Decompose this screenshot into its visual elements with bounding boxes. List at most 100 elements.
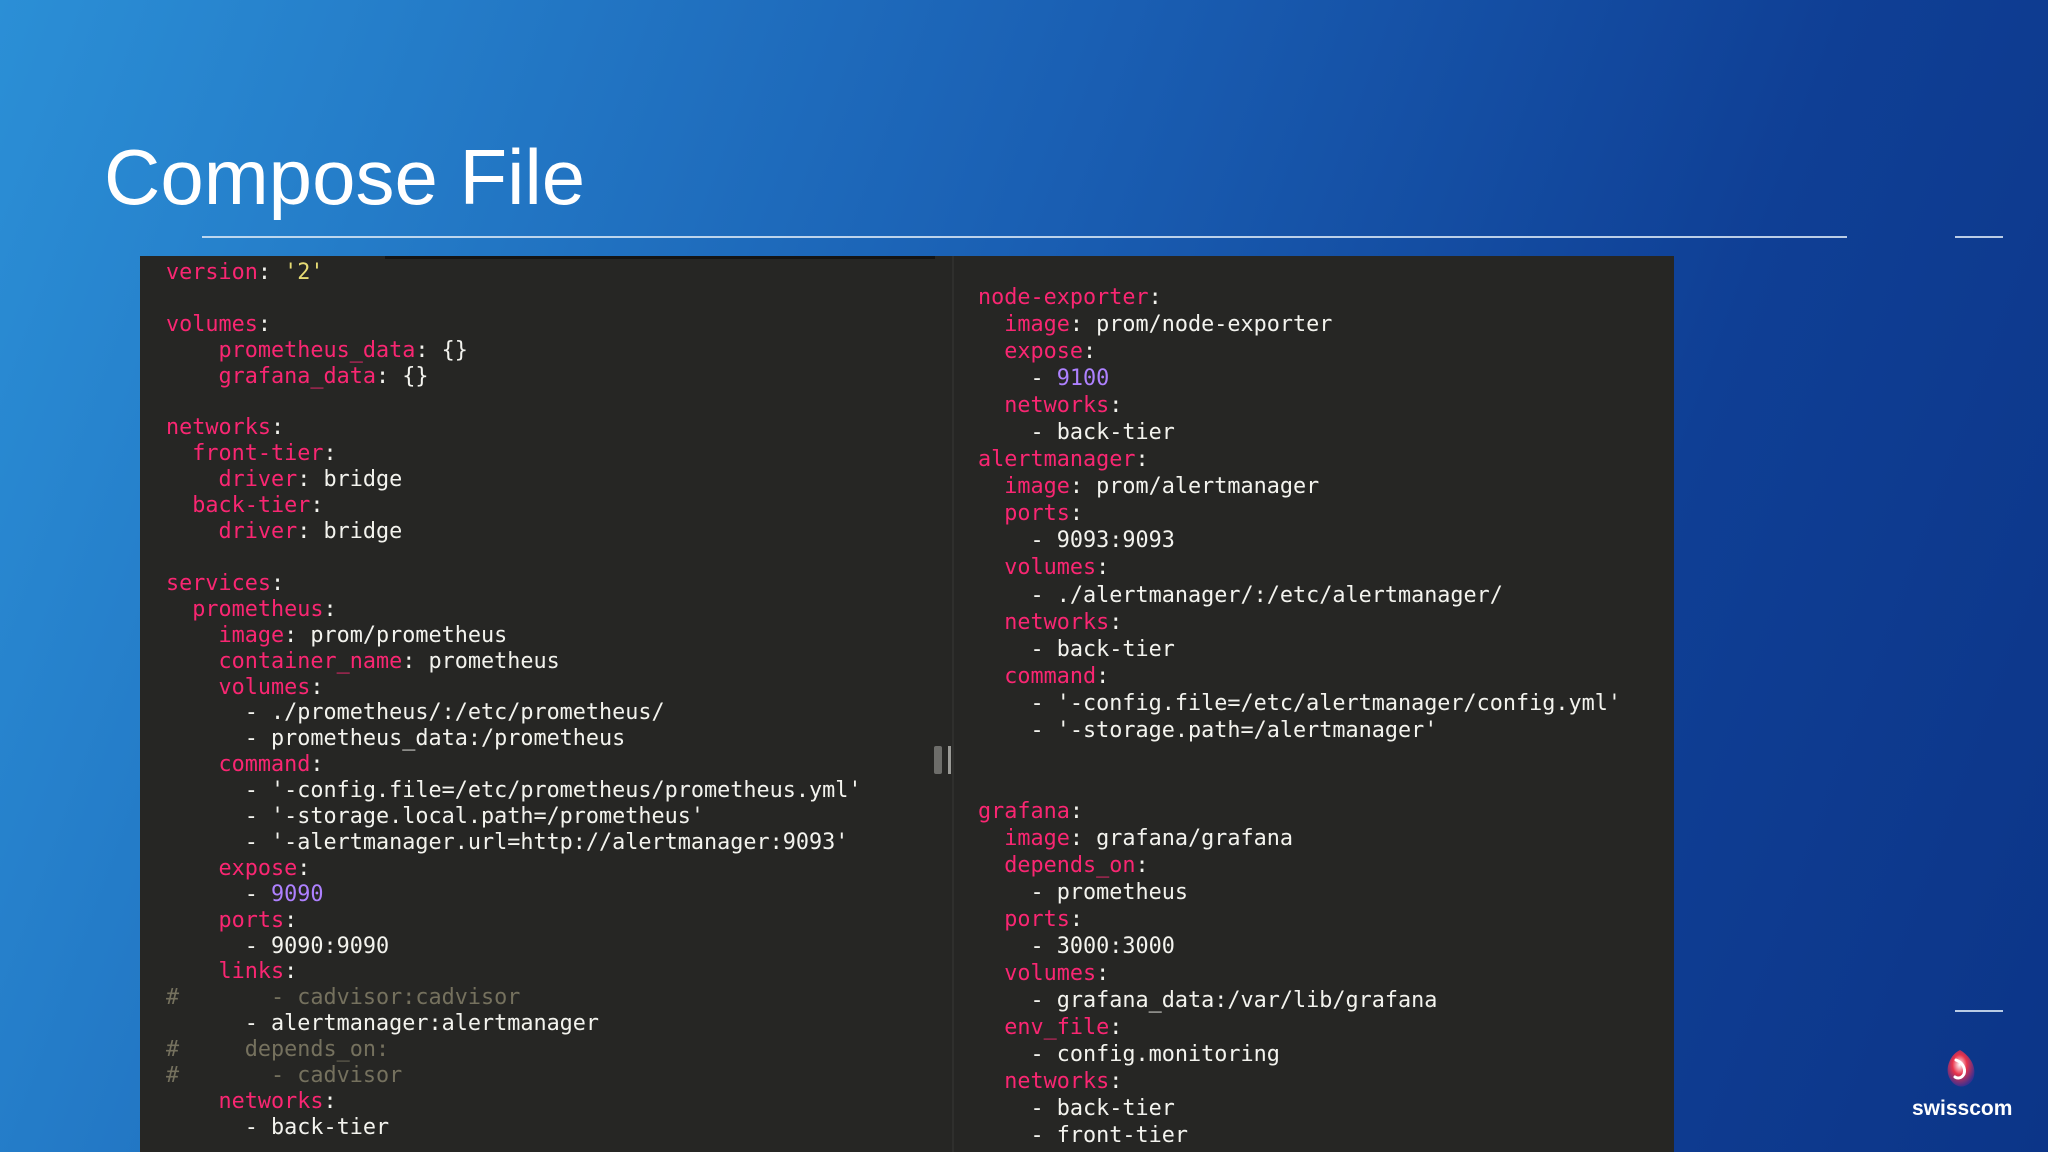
code-token: : — [1096, 961, 1110, 987]
code-token: # - cadvisor:cadvisor — [166, 985, 521, 1011]
scrollbar-thumb[interactable] — [934, 746, 942, 774]
code-token: prom/node-exporter — [1096, 312, 1333, 338]
code-token: driver — [218, 519, 298, 545]
code-line: - 9100 — [978, 365, 1621, 392]
code-token: : — [1109, 609, 1123, 635]
code-token: front-tier — [192, 441, 324, 467]
code-line: prometheus_data: {} — [166, 338, 862, 364]
code-token: image — [1004, 825, 1070, 851]
code-line: ports: — [978, 906, 1621, 933]
code-line: - back-tier — [166, 1115, 862, 1141]
code-token: : — [323, 441, 337, 467]
code-token: container_name — [218, 648, 403, 674]
code-line: - 9093:9093 — [978, 527, 1621, 554]
code-token: grafana — [978, 798, 1070, 824]
code-token: : — [1096, 555, 1110, 581]
code-token: links — [218, 959, 285, 985]
code-token: - — [978, 528, 1057, 554]
code-token: front-tier — [1056, 1123, 1188, 1149]
code-line: image: prom/alertmanager — [978, 473, 1621, 500]
brand-wordmark: swisscom — [1912, 1097, 2013, 1120]
code-line: networks: — [978, 609, 1621, 636]
code-token: : — [323, 1089, 337, 1114]
code-token: : — [257, 260, 285, 285]
code-token: ports — [218, 907, 285, 933]
code-line: prometheus: — [166, 597, 862, 623]
code-token: ./prometheus/:/etc/prometheus/ — [270, 700, 665, 726]
code-token: - — [978, 880, 1057, 906]
editor-tab-bar — [385, 256, 935, 259]
code-token: '-alertmanager.url=http://alertmanager:9… — [270, 829, 849, 855]
code-token: : — [270, 570, 285, 596]
code-token: back-tier — [1056, 420, 1175, 446]
code-token: - — [978, 636, 1057, 662]
code-token: : — [297, 855, 311, 881]
code-line: - back-tier — [978, 419, 1621, 446]
code-token: : — [284, 907, 298, 933]
code-token: networks — [1004, 393, 1110, 419]
slide-title: Compose File — [104, 133, 586, 221]
code-line: links: — [166, 959, 862, 985]
code-token: version — [166, 260, 258, 285]
code-token: - — [978, 1123, 1057, 1149]
code-token: '2' — [284, 260, 324, 285]
code-line: ports: — [978, 500, 1621, 527]
code-token: : — [257, 311, 271, 337]
code-token: - — [978, 420, 1057, 446]
code-line: - grafana_data:/var/lib/grafana — [978, 987, 1621, 1014]
code-token: expose — [1004, 339, 1083, 365]
code-token: alertmanager:alertmanager — [270, 1011, 600, 1037]
code-token: image — [1004, 312, 1070, 338]
code-token: : — [1069, 474, 1097, 500]
code-token: {} — [441, 337, 468, 363]
code-token: image — [218, 622, 285, 648]
code-token: {} — [402, 363, 429, 389]
code-line: - back-tier — [978, 1095, 1621, 1122]
code-line: expose: — [978, 338, 1621, 365]
code-token: : — [284, 622, 311, 648]
code-token: '-storage.path=/alertmanager' — [1056, 717, 1438, 743]
code-token: : — [270, 415, 285, 441]
code-token: command — [1004, 663, 1097, 689]
code-token: # depends_on: — [166, 1037, 390, 1063]
code-token: : — [310, 493, 324, 519]
code-token: - — [978, 1042, 1057, 1068]
code-line: - 9090:9090 — [166, 934, 862, 960]
code-line: command: — [978, 663, 1621, 690]
code-token: back-tier — [1056, 636, 1175, 662]
code-token: : — [323, 596, 337, 622]
code-token: : — [402, 648, 429, 674]
code-line: version: '2' — [166, 260, 862, 286]
code-token: - — [166, 804, 271, 830]
code-token: image — [1004, 474, 1070, 500]
code-token: : — [1109, 1069, 1123, 1095]
code-token: bridge — [323, 467, 403, 493]
code-line: - '-alertmanager.url=http://alertmanager… — [166, 830, 862, 856]
code-token: ./alertmanager/:/etc/alertmanager/ — [1056, 582, 1503, 608]
code-token: : — [1109, 393, 1123, 419]
code-line: - 3000:3000 — [978, 933, 1621, 960]
code-token: bridge — [323, 519, 403, 545]
code-line: - '-storage.local.path=/prometheus' — [166, 804, 862, 830]
code-token: networks — [166, 415, 271, 441]
code-line: networks: — [166, 415, 862, 441]
code-line: - back-tier — [978, 636, 1621, 663]
code-token: prometheus — [192, 596, 324, 622]
code-line: # depends_on: — [166, 1037, 862, 1063]
code-token: - — [978, 934, 1057, 960]
title-divider — [202, 236, 1847, 238]
code-line: - '-config.file=/etc/alertmanager/config… — [978, 690, 1621, 717]
